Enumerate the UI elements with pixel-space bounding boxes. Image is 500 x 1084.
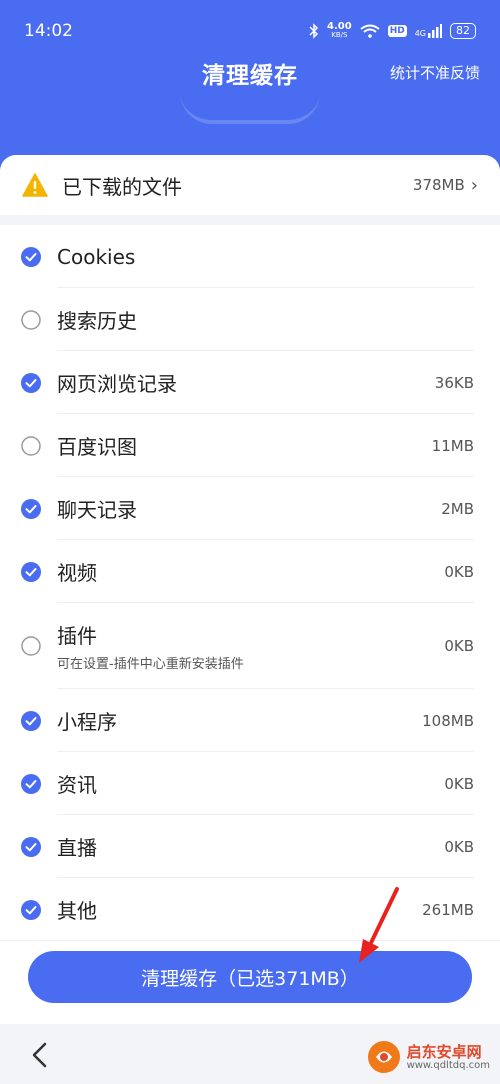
bottom-action-bar: 清理缓存（已选371MB）	[0, 940, 500, 1025]
item-label: 直播	[57, 836, 97, 860]
list-item[interactable]: 插件 可在设置-插件中心重新安装插件 0KB	[0, 603, 500, 689]
signal-icon: 4G	[415, 24, 442, 38]
checked-checkbox-icon[interactable]	[21, 246, 41, 267]
item-label: 小程序	[57, 710, 117, 734]
list-item[interactable]: 直播 0KB	[0, 815, 500, 878]
item-label: Cookies	[57, 244, 136, 269]
list-item[interactable]: 资讯 0KB	[0, 752, 500, 815]
watermark-logo-icon	[367, 1041, 400, 1073]
item-label: 网页浏览记录	[57, 372, 177, 396]
checked-checkbox-icon[interactable]	[21, 561, 41, 582]
item-label: 搜索历史	[57, 309, 137, 333]
cache-list: Cookies 搜索历史 网页浏览记录 36KB 百度识图 11MB 聊天记录 …	[0, 225, 500, 941]
battery-icon: 82	[450, 23, 476, 39]
item-size: 0KB	[444, 637, 474, 655]
item-size: 0KB	[444, 774, 474, 793]
downloaded-files-size: 378MB	[412, 176, 465, 194]
chevron-right-icon: ›	[470, 174, 478, 196]
section-divider	[0, 215, 500, 225]
annotation-arrow-icon	[359, 887, 399, 963]
item-size: 2MB	[441, 499, 474, 518]
unchecked-checkbox-icon[interactable]	[21, 309, 41, 330]
list-item[interactable]: 网页浏览记录 36KB	[0, 351, 500, 414]
list-item[interactable]: 小程序 108MB	[0, 689, 500, 752]
item-label: 百度识图	[57, 435, 137, 459]
checked-checkbox-icon[interactable]	[21, 372, 41, 393]
item-size: 36KB	[434, 373, 474, 392]
checked-checkbox-icon[interactable]	[21, 773, 41, 794]
net-speed: 4.00 KB/S	[327, 21, 352, 40]
feedback-link[interactable]: 统计不准反馈	[390, 62, 480, 83]
item-label: 插件	[57, 624, 97, 648]
unchecked-checkbox-icon[interactable]	[21, 435, 41, 456]
checked-checkbox-icon[interactable]	[21, 899, 41, 920]
watermark-url: www.qdltdq.com	[406, 1059, 490, 1071]
list-item[interactable]: 其他 261MB	[0, 878, 500, 941]
list-item[interactable]: 百度识图 11MB	[0, 414, 500, 477]
item-label: 聊天记录	[57, 498, 137, 522]
title-row: 清理缓存 统计不准反馈	[0, 52, 500, 96]
downloaded-files-label: 已下载的文件	[62, 174, 182, 199]
list-item[interactable]: Cookies	[0, 225, 500, 288]
watermark: 启东安卓网 www.qdltdq.com	[367, 1040, 490, 1074]
clock: 14:02	[24, 21, 73, 41]
checked-checkbox-icon[interactable]	[21, 498, 41, 519]
item-label: 资讯	[57, 773, 97, 797]
watermark-name: 启东安卓网	[406, 1042, 482, 1061]
item-size: 11MB	[431, 436, 474, 455]
warning-icon	[22, 173, 48, 197]
item-size: 261MB	[422, 900, 474, 919]
item-label: 视频	[57, 561, 97, 585]
back-icon[interactable]	[30, 1042, 50, 1068]
item-size: 108MB	[422, 711, 474, 730]
list-item[interactable]: 聊天记录 2MB	[0, 477, 500, 540]
content-panel: 已下载的文件 378MB › Cookies 搜索历史 网页浏览记录 36KB …	[0, 155, 500, 1035]
item-subtitle: 可在设置-插件中心重新安装插件	[57, 657, 244, 672]
unchecked-checkbox-icon[interactable]	[21, 636, 41, 656]
bluetooth-icon	[309, 23, 319, 39]
hd-badge: HD	[387, 25, 407, 37]
decorative-arc	[180, 92, 320, 124]
list-item[interactable]: 搜索历史	[0, 288, 500, 351]
checked-checkbox-icon[interactable]	[21, 836, 41, 857]
list-item[interactable]: 视频 0KB	[0, 540, 500, 603]
item-size: 0KB	[444, 837, 474, 856]
wifi-icon	[360, 24, 380, 38]
checked-checkbox-icon[interactable]	[21, 710, 41, 731]
item-size: 0KB	[444, 562, 474, 581]
status-icons: 4.00 KB/S HD 4G 82	[309, 22, 476, 40]
downloaded-files-row[interactable]: 已下载的文件 378MB ›	[0, 155, 500, 215]
clean-cache-button[interactable]: 清理缓存（已选371MB）	[28, 951, 472, 1003]
